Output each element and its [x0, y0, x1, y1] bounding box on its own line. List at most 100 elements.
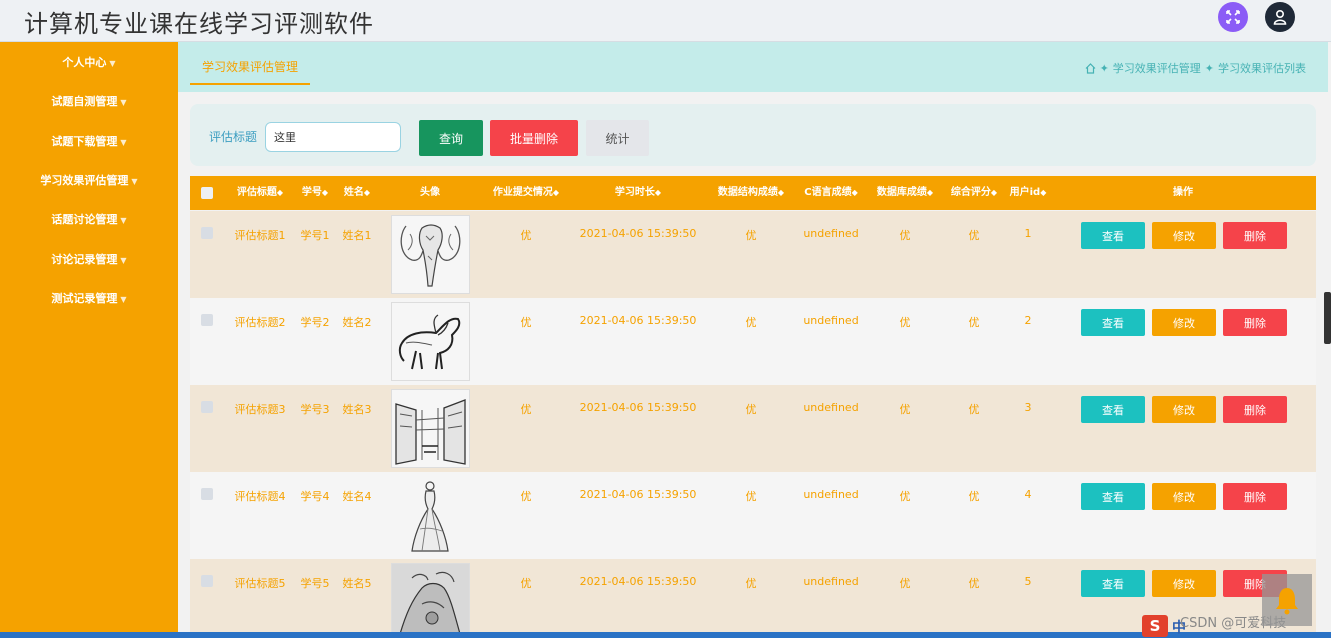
edit-button[interactable]: 修改 [1152, 396, 1216, 423]
sidebar-item-label: 试题自测管理 [51, 95, 118, 108]
header-actions: 操作 [1173, 187, 1193, 198]
header-c-score[interactable]: C语言成绩◆ [798, 176, 864, 210]
fullscreen-icon [1226, 10, 1240, 24]
sidebar-item-test-records[interactable]: 测试记录管理 ▼ [0, 290, 178, 306]
row-checkbox[interactable] [201, 401, 213, 413]
header-overall[interactable]: 综合评分◆ [946, 176, 1002, 210]
street-sketch-image [395, 399, 466, 465]
main-content: 学习效果评估管理 ✦ 学习效果评估管理 ✦ 学习效果评估列表 评估标题 查询 批… [178, 42, 1328, 638]
cell-sno: 学号4 [300, 490, 330, 503]
edit-button[interactable]: 修改 [1152, 483, 1216, 510]
elephant-drawing-image [400, 224, 461, 287]
edit-button[interactable]: 修改 [1152, 222, 1216, 249]
header-label: C语言成绩 [804, 187, 852, 198]
fullscreen-button[interactable] [1218, 2, 1248, 32]
view-button[interactable]: 查看 [1081, 483, 1145, 510]
sidebar-item-downloads[interactable]: 试题下载管理 ▼ [0, 133, 178, 149]
sidebar-item-discussion-records[interactable]: 讨论记录管理 ▼ [0, 251, 178, 267]
select-all-checkbox[interactable] [201, 187, 213, 199]
row-checkbox[interactable] [201, 575, 213, 587]
title-search-input[interactable] [265, 122, 401, 152]
cell-title: 评估标题3 [234, 403, 286, 416]
breadcrumb-item: 学习效果评估列表 [1218, 62, 1306, 75]
user-icon [1273, 9, 1287, 25]
query-button[interactable]: 查询 [419, 120, 483, 156]
header-sno[interactable]: 学号◆ [298, 176, 332, 210]
header-duration[interactable]: 学习时长◆ [578, 176, 698, 210]
header-homework[interactable]: 作业提交情况◆ [486, 176, 566, 210]
cell-sno: 学号3 [300, 403, 330, 416]
row-checkbox[interactable] [201, 227, 213, 239]
cell-homework: 优 [520, 403, 532, 416]
delete-button[interactable]: 删除 [1223, 222, 1287, 249]
cell-db-score: 优 [899, 229, 911, 242]
cell-user-id: 3 [1024, 401, 1032, 414]
sidebar-item-topics[interactable]: 话题讨论管理 ▼ [0, 211, 178, 227]
sidebar-item-profile[interactable]: 个人中心 ▼ [0, 54, 178, 70]
breadcrumb-item[interactable]: 学习效果评估管理 [1113, 60, 1201, 76]
filter-panel: 评估标题 查询 批量删除 统计 [190, 104, 1316, 166]
cell-c-score: undefined [803, 314, 859, 327]
delete-button[interactable]: 删除 [1223, 309, 1287, 336]
sidebar-item-evaluation[interactable]: 学习效果评估管理 ▼ [0, 172, 178, 188]
cell-db-score: 优 [899, 403, 911, 416]
header-avatar: 头像 [420, 187, 440, 198]
cell-homework: 优 [520, 316, 532, 329]
cell-name: 姓名2 [342, 316, 372, 329]
sort-icon: ◆ [851, 188, 858, 197]
cell-duration: 2021-04-06 15:39:50 [579, 575, 697, 588]
tab-evaluation-management[interactable]: 学习效果评估管理 [190, 54, 311, 85]
page-scrollbar[interactable] [1324, 292, 1331, 344]
bell-icon [1276, 588, 1298, 615]
cell-overall: 优 [968, 403, 980, 416]
filter-title-label: 评估标题 [209, 130, 258, 144]
cell-duration: 2021-04-06 15:39:50 [579, 401, 697, 414]
sidebar-item-label: 试题下载管理 [51, 135, 118, 148]
delete-button[interactable]: 删除 [1223, 396, 1287, 423]
ime-logo[interactable]: S [1142, 615, 1168, 637]
delete-button[interactable]: 删除 [1223, 483, 1287, 510]
cell-c-score: undefined [803, 227, 859, 240]
header-db-score[interactable]: 数据库成绩◆ [872, 176, 938, 210]
cell-c-score: undefined [803, 401, 859, 414]
header-label: 用户id [1009, 187, 1041, 198]
table-row: 评估标题4 学号4 姓名4 优 2021-04-06 15:39:50 优 un… [190, 472, 1316, 559]
float-assist-button[interactable] [1262, 574, 1312, 626]
user-menu-button[interactable] [1265, 2, 1295, 32]
header-title[interactable]: 评估标题◆ [230, 176, 290, 210]
edit-button[interactable]: 修改 [1152, 570, 1216, 597]
header-label: 数据结构成绩 [717, 187, 778, 198]
sidebar-item-label: 测试记录管理 [51, 292, 118, 305]
home-icon [1085, 62, 1095, 74]
view-button[interactable]: 查看 [1081, 222, 1145, 249]
sort-icon: ◆ [321, 188, 329, 197]
view-button[interactable]: 查看 [1081, 396, 1145, 423]
sort-icon: ◆ [926, 188, 934, 197]
cell-user-id: 4 [1024, 488, 1032, 501]
cell-name: 姓名4 [342, 490, 372, 503]
sidebar-item-label: 讨论记录管理 [51, 253, 118, 266]
caret-down-icon: ▼ [120, 295, 127, 304]
view-button[interactable]: 查看 [1081, 309, 1145, 336]
header-ds-score[interactable]: 数据结构成绩◆ [712, 176, 790, 210]
breadcrumb-separator: ✦ [1099, 61, 1109, 75]
statistics-button[interactable]: 统计 [586, 120, 649, 156]
row-checkbox[interactable] [201, 488, 213, 500]
header-name[interactable]: 姓名◆ [340, 176, 374, 210]
row-checkbox[interactable] [201, 314, 213, 326]
cell-c-score: undefined [803, 575, 859, 588]
cell-db-score: 优 [899, 577, 911, 590]
cell-ds-score: 优 [745, 403, 757, 416]
cell-name: 姓名5 [342, 577, 372, 590]
header-user-id[interactable]: 用户id◆ [1006, 176, 1050, 210]
sort-icon: ◆ [777, 188, 785, 197]
edit-button[interactable]: 修改 [1152, 309, 1216, 336]
sidebar: 个人中心 ▼ 试题自测管理 ▼ 试题下载管理 ▼ 学习效果评估管理 ▼ 话题讨论管理 ▼ … [0, 42, 178, 638]
view-button[interactable]: 查看 [1081, 570, 1145, 597]
caret-down-icon: ▼ [120, 216, 127, 225]
batch-delete-button[interactable]: 批量删除 [490, 120, 578, 156]
sort-icon: ◆ [363, 188, 371, 197]
avatar [391, 302, 470, 381]
sidebar-item-self-test[interactable]: 试题自测管理 ▼ [0, 93, 178, 109]
header-label: 数据库成绩 [876, 187, 927, 198]
